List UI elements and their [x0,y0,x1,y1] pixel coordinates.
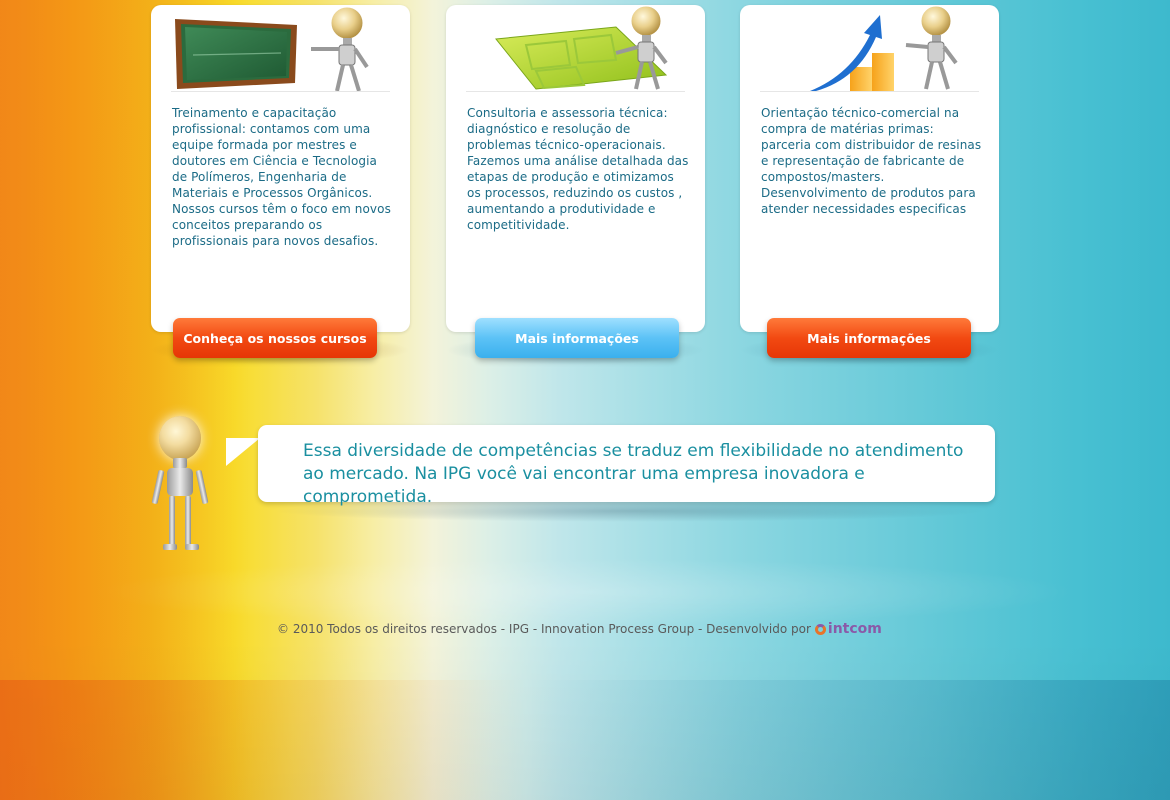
service-card-consulting: Consultoria e assessoria técnica: diagnó… [446,5,705,332]
intcom-logo-icon [814,623,826,635]
service-card-training: Treinamento e capacitação profissional: … [151,5,410,332]
developer-link[interactable]: intcom [814,621,882,637]
service-card-commercial: Orientação técnico-comercial na compra d… [740,5,999,332]
more-info-consulting-button[interactable]: Mais informações [475,318,679,358]
speech-bubble-tail [226,438,260,466]
card-description: Consultoria e assessoria técnica: diagnó… [467,106,689,232]
puzzle-illustration [466,5,685,92]
lightbulb-robot-icon [145,412,215,562]
more-info-commercial-button[interactable]: Mais informações [767,318,971,358]
card-description: Orientação técnico-comercial na compra d… [761,106,982,216]
background-glow-bottom [0,680,1170,800]
growth-chart-illustration [760,5,979,92]
speech-bubble: Essa diversidade de competências se trad… [258,425,995,507]
speech-text: Essa diversidade de competências se trad… [303,440,983,509]
footer: © 2010 Todos os direitos reservados - IP… [277,621,882,637]
chalkboard-illustration [171,5,390,92]
speech-line-1: Essa diversidade de competências se trad… [303,441,964,461]
our-courses-button[interactable]: Conheça os nossos cursos [173,318,377,358]
copyright-text: © 2010 Todos os direitos reservados - IP… [277,622,811,636]
card-description: Treinamento e capacitação profissional: … [172,106,391,248]
developer-brand: intcom [827,621,882,637]
speech-line-2: ao mercado. Na IPG você vai encontrar um… [303,464,865,507]
